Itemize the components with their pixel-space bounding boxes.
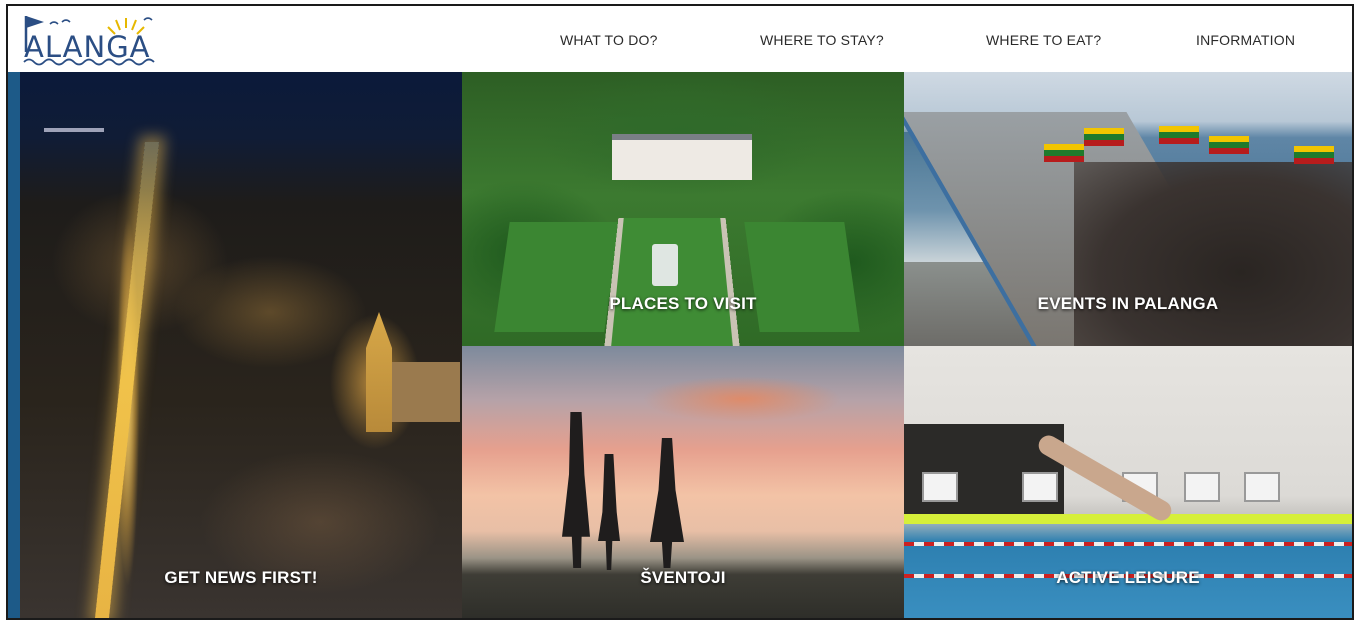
lithuanian-flag-icon <box>1159 126 1199 144</box>
logo-wordmark: ALANGA <box>24 30 151 64</box>
tile-sventoji[interactable]: ŠVENTOJI <box>462 346 904 618</box>
nav-where-to-eat[interactable]: WHERE TO EAT? <box>986 32 1101 48</box>
lithuanian-flag-icon <box>1294 146 1334 164</box>
tile-active-leisure[interactable]: ACTIVE LEISURE <box>904 346 1352 618</box>
page-frame: ALANGA WHAT TO DO? WHERE TO STAY? WHERE … <box>6 4 1354 620</box>
church-building <box>390 362 460 422</box>
tile-label-places: PLACES TO VISIT <box>609 294 757 313</box>
statue-figure <box>598 454 620 570</box>
starting-block <box>1244 472 1280 502</box>
lithuanian-flag-icon <box>1084 128 1124 146</box>
starting-block <box>922 472 958 502</box>
tile-label-events: EVENTS IN PALANGA <box>1037 294 1219 313</box>
tile-label-leisure: ACTIVE LEISURE <box>1056 568 1200 587</box>
lane-rope <box>904 542 1352 546</box>
statue-figure <box>562 412 590 568</box>
nav-where-to-stay[interactable]: WHERE TO STAY? <box>760 32 884 48</box>
nav-information[interactable]: INFORMATION <box>1196 32 1295 48</box>
pool-edge <box>904 514 1352 524</box>
palace-building <box>612 134 752 180</box>
palanga-logo[interactable]: ALANGA <box>20 12 160 68</box>
site-header: ALANGA WHAT TO DO? WHERE TO STAY? WHERE … <box>8 6 1352 72</box>
lawn-left <box>494 222 620 332</box>
pier-lights <box>44 128 104 132</box>
tile-events-in-palanga[interactable]: EVENTS IN PALANGA <box>904 72 1352 346</box>
lithuanian-flag-icon <box>1209 136 1249 154</box>
church-tower <box>366 312 392 432</box>
tile-get-news-first[interactable]: GET NEWS FIRST! <box>20 72 462 618</box>
nav-what-to-do[interactable]: WHAT TO DO? <box>560 32 658 48</box>
lawn-right <box>744 222 860 332</box>
starting-block <box>1022 472 1058 502</box>
statue-figure <box>650 438 684 568</box>
crowd <box>1074 162 1352 346</box>
tile-places-to-visit[interactable]: PLACES TO VISIT <box>462 72 904 346</box>
tile-grid: GET NEWS FIRST! PLACES TO VISIT EVENTS I… <box>8 72 1352 618</box>
sunset-cloud <box>642 376 842 422</box>
lithuanian-flag-icon <box>1044 144 1084 162</box>
tile-label-sventoji: ŠVENTOJI <box>640 568 726 587</box>
starting-block <box>1184 472 1220 502</box>
pond <box>652 244 678 286</box>
lit-street <box>94 142 160 618</box>
tile-label-news: GET NEWS FIRST! <box>164 568 318 587</box>
